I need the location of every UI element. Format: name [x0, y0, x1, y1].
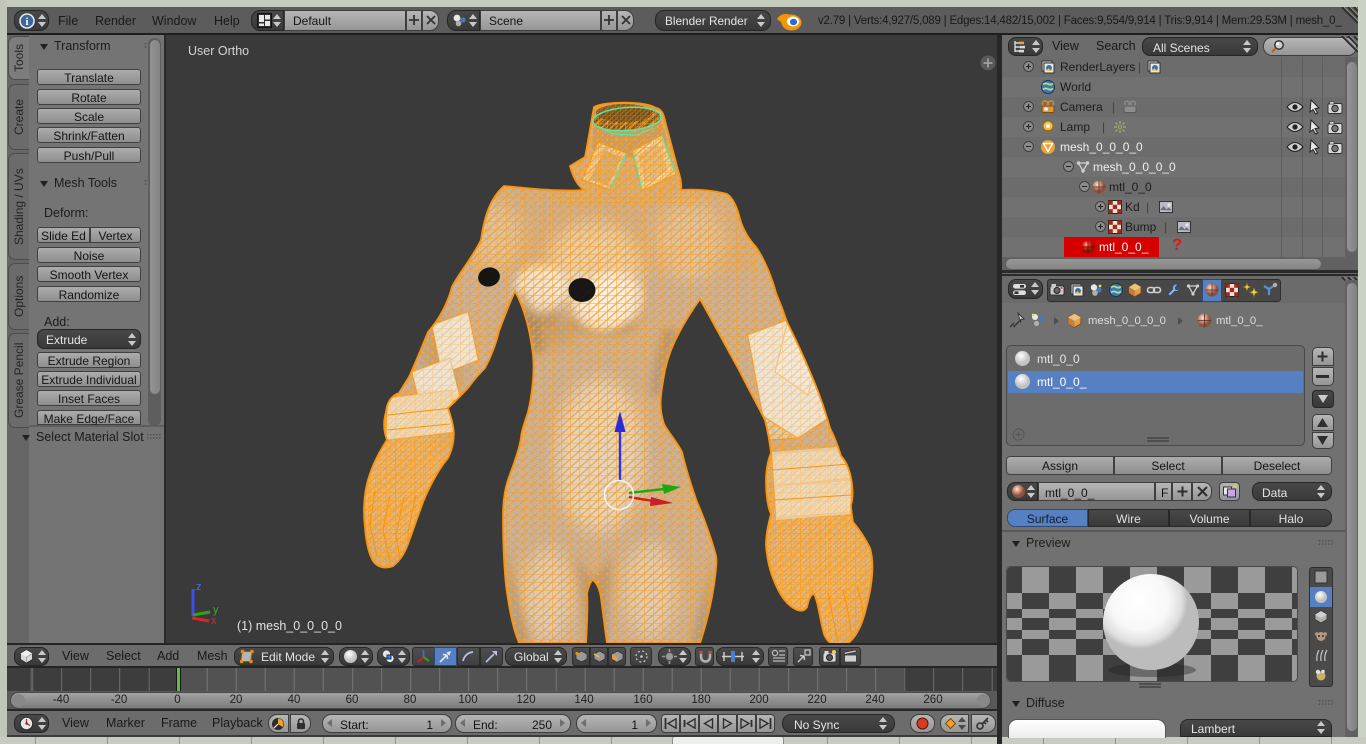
svg-text:x: x [211, 615, 217, 626]
svg-text:i: i [25, 16, 28, 28]
svg-text:z: z [196, 581, 202, 593]
